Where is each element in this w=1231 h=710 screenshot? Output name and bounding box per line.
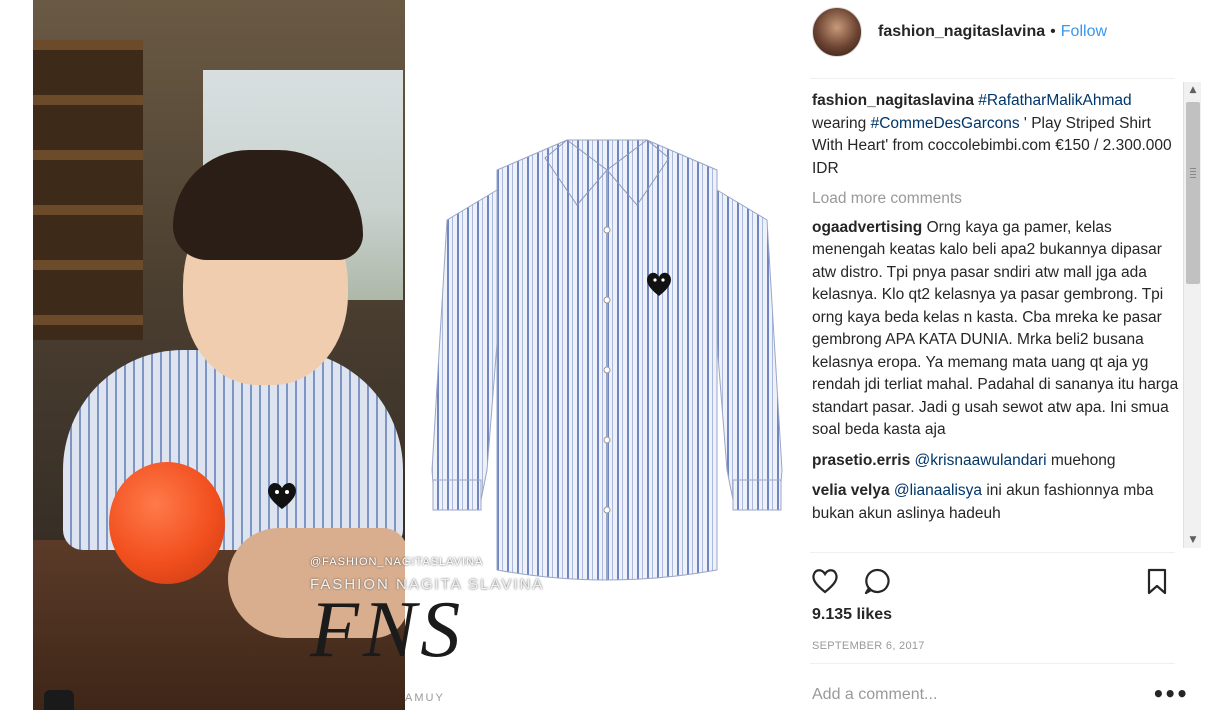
comment-username[interactable]: ogaadvertising bbox=[812, 219, 922, 236]
hashtag-link[interactable]: #RafatharMalikAhmad bbox=[978, 92, 1131, 109]
post-header: fashion_nagitaslavina • Follow bbox=[810, 0, 1200, 64]
adult-hand bbox=[228, 528, 405, 638]
comment-username[interactable]: prasetio.erris bbox=[812, 452, 910, 469]
mention-link[interactable]: @krisnaawulandari bbox=[915, 452, 1047, 469]
comments-scrollbar[interactable]: ▲ ▼ bbox=[1183, 82, 1201, 548]
post-date: SEPTEMBER 6, 2017 bbox=[812, 640, 925, 652]
heart-outline-icon[interactable] bbox=[810, 566, 840, 596]
caption-username[interactable]: fashion_nagitaslavina bbox=[812, 92, 974, 109]
ellipsis-icon[interactable]: ••• bbox=[1152, 682, 1188, 706]
load-more-comments-button[interactable]: Load more comments bbox=[812, 188, 1182, 211]
comments-list: fashion_nagitaslavina #RafatharMalikAhma… bbox=[812, 90, 1182, 550]
heart-logo-icon bbox=[268, 482, 296, 509]
caption-text: wearing bbox=[812, 114, 871, 132]
striped-shirt-image bbox=[431, 139, 783, 581]
mention-link[interactable]: @lianaalisya bbox=[894, 482, 982, 499]
comment-item: ogaadvertising Orng kaya ga pamer, kelas… bbox=[812, 217, 1182, 442]
hashtag-link[interactable]: #CommeDesGarcons bbox=[871, 115, 1020, 132]
likes-count[interactable]: 9.135 likes bbox=[812, 606, 892, 624]
avatar[interactable] bbox=[812, 7, 862, 57]
scrollbar-thumb[interactable] bbox=[1186, 102, 1200, 284]
caption: fashion_nagitaslavina #RafatharMalikAhma… bbox=[812, 90, 1182, 180]
post-photo-shirt bbox=[405, 0, 810, 710]
speech-bubble-icon[interactable] bbox=[862, 566, 892, 596]
header-username[interactable]: fashion_nagitaslavina bbox=[878, 23, 1045, 41]
chevron-up-icon[interactable]: ▲ bbox=[1184, 82, 1202, 98]
scrollbar-grip bbox=[1190, 168, 1196, 178]
actions-divider bbox=[810, 552, 1175, 553]
tagged-user-icon[interactable] bbox=[44, 690, 74, 710]
comment-text: Orng kaya ga pamer, kelas menengah keata… bbox=[812, 218, 1179, 439]
background-shelf bbox=[33, 40, 143, 340]
action-bar bbox=[810, 562, 1172, 598]
comment-item: velia velya @lianaalisya ini akun fashio… bbox=[812, 480, 1182, 525]
post-sidebar: fashion_nagitaslavina • Follow fashion_n… bbox=[810, 0, 1200, 710]
bookmark-icon[interactable] bbox=[1142, 566, 1172, 596]
comment-divider bbox=[810, 663, 1175, 664]
orange-ball bbox=[109, 462, 225, 584]
add-comment-input[interactable] bbox=[810, 680, 1172, 710]
header-divider bbox=[810, 78, 1175, 79]
comment-text: muehong bbox=[1050, 451, 1116, 469]
follow-button[interactable]: Follow bbox=[1061, 23, 1107, 41]
comment-item: prasetio.erris @krisnaawulandari muehong bbox=[812, 450, 1182, 473]
chevron-down-icon[interactable]: ▼ bbox=[1184, 532, 1202, 548]
comment-username[interactable]: velia velya bbox=[812, 482, 890, 499]
post-photo-child bbox=[33, 0, 405, 710]
separator-dot: • bbox=[1050, 23, 1056, 40]
